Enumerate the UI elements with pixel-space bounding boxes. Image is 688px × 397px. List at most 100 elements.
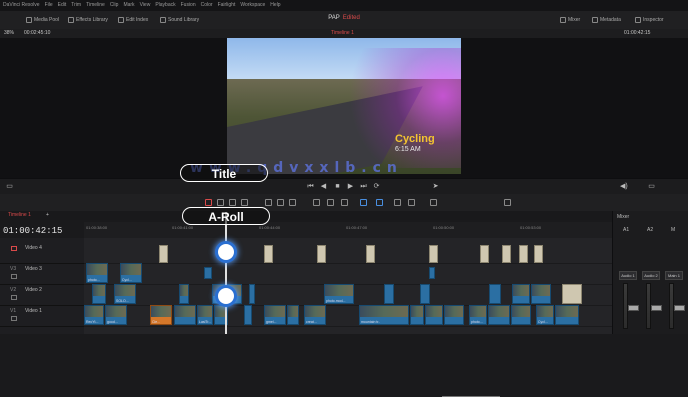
lock-icon[interactable] xyxy=(341,199,348,206)
link-icon[interactable] xyxy=(327,199,334,206)
video-clip[interactable] xyxy=(179,284,189,304)
fader-m[interactable] xyxy=(674,305,685,311)
zoom-full-icon[interactable] xyxy=(394,199,401,206)
skip-end-icon[interactable]: ⏭ xyxy=(360,183,367,190)
menu-app[interactable]: DaVinci Resolve xyxy=(3,0,40,11)
video-clip[interactable] xyxy=(488,305,510,325)
selection-tool-icon[interactable] xyxy=(205,199,212,206)
title-clip[interactable] xyxy=(502,245,511,263)
menu-playback[interactable]: Playback xyxy=(155,0,175,11)
track-header-v3[interactable]: V3 Video 3 xyxy=(0,263,84,285)
video-clip[interactable] xyxy=(555,305,579,325)
video-clip[interactable] xyxy=(429,267,435,279)
stop-icon[interactable]: ■ xyxy=(334,183,341,190)
bus-audio2[interactable]: Audio 2 xyxy=(642,271,660,280)
title-clip[interactable] xyxy=(519,245,528,263)
skip-start-icon[interactable]: ⏮ xyxy=(307,183,314,190)
play-icon[interactable]: ▶ xyxy=(347,183,354,190)
menu-trim[interactable]: Trim xyxy=(71,0,81,11)
video-clip[interactable] xyxy=(444,305,464,325)
menu-help[interactable]: Help xyxy=(270,0,280,11)
viewer-options-icon[interactable]: ▭ xyxy=(6,183,13,190)
menu-mark[interactable]: Mark xyxy=(123,0,134,11)
track-visibility-icon[interactable] xyxy=(11,295,17,300)
video-clip[interactable] xyxy=(420,284,430,304)
playhead[interactable] xyxy=(225,212,227,334)
loop-icon[interactable]: ⟳ xyxy=(373,183,380,190)
video-clip[interactable]: good... xyxy=(105,305,127,325)
dynamic-trim-icon[interactable] xyxy=(229,199,236,206)
video-clip[interactable]: RecYt... xyxy=(84,305,104,325)
video-clip[interactable]: mountain tr.. xyxy=(359,305,409,325)
title-clip[interactable] xyxy=(366,245,375,263)
video-clip[interactable]: Cycl... xyxy=(120,263,142,283)
video-clip-selected[interactable]: Cle... xyxy=(150,305,172,325)
track-visibility-icon[interactable] xyxy=(11,316,17,321)
play-reverse-icon[interactable]: ◀ xyxy=(320,183,327,190)
title-clip[interactable] xyxy=(480,245,489,263)
tab-timeline[interactable]: Timeline 1 xyxy=(8,211,31,220)
fullscreen-icon[interactable]: ▭ xyxy=(648,183,655,190)
video-clip[interactable] xyxy=(531,284,551,304)
title-clip[interactable] xyxy=(429,245,438,263)
video-clip[interactable] xyxy=(489,284,501,304)
video-clip[interactable] xyxy=(204,267,212,279)
bus-main1[interactable]: Main 1 xyxy=(665,271,683,280)
menu-view[interactable]: View xyxy=(140,0,151,11)
zoom-level[interactable]: 38% xyxy=(4,29,14,38)
video-clip[interactable] xyxy=(410,305,424,325)
video-clip[interactable]: gmel... xyxy=(264,305,286,325)
zoom-in-icon[interactable] xyxy=(504,199,511,206)
zoom-out-icon[interactable] xyxy=(430,199,437,206)
track-header-v2[interactable]: V2 Video 2 xyxy=(0,284,84,306)
video-clip[interactable]: creat... xyxy=(304,305,326,325)
video-clip[interactable] xyxy=(512,284,530,304)
viewer-timeline-name[interactable]: Timeline 1 xyxy=(331,29,354,38)
fader-a2[interactable] xyxy=(651,305,662,311)
menu-fairlight[interactable]: Fairlight xyxy=(218,0,236,11)
menu-file[interactable]: File xyxy=(45,0,53,11)
video-clip[interactable]: photo.mod... xyxy=(324,284,354,304)
title-clip[interactable] xyxy=(159,245,168,263)
track-header-v1[interactable]: V1 Video 1 xyxy=(0,305,84,327)
graphic-clip[interactable] xyxy=(562,284,582,304)
video-clip[interactable]: LaslTr... xyxy=(197,305,213,325)
video-clip[interactable]: photo... xyxy=(86,263,108,283)
title-clip[interactable] xyxy=(264,245,273,263)
track-header-v4[interactable]: Video 4 xyxy=(0,242,84,264)
menu-workspace[interactable]: Workspace xyxy=(240,0,265,11)
track-lock-icon[interactable] xyxy=(11,246,17,251)
title-clip[interactable] xyxy=(317,245,326,263)
video-clip[interactable] xyxy=(425,305,443,325)
video-clip[interactable] xyxy=(384,284,394,304)
video-clip[interactable] xyxy=(511,305,531,325)
menu-fusion[interactable]: Fusion xyxy=(181,0,196,11)
flag-icon[interactable] xyxy=(360,199,367,206)
marker-icon[interactable] xyxy=(376,199,383,206)
video-clip[interactable] xyxy=(244,305,252,325)
menu-edit[interactable]: Edit xyxy=(58,0,67,11)
video-clip[interactable] xyxy=(174,305,196,325)
snapping-icon[interactable] xyxy=(313,199,320,206)
title-clip[interactable] xyxy=(534,245,543,263)
track-visibility-icon[interactable] xyxy=(11,274,17,279)
video-clip[interactable] xyxy=(92,284,106,304)
bus-audio1[interactable]: Audio 1 xyxy=(619,271,637,280)
trim-tool-icon[interactable] xyxy=(217,199,224,206)
fader-a1[interactable] xyxy=(628,305,639,311)
video-clip[interactable]: SOLO... xyxy=(114,284,136,304)
menu-timeline[interactable]: Timeline xyxy=(86,0,105,11)
blade-tool-icon[interactable] xyxy=(241,199,248,206)
replace-icon[interactable] xyxy=(289,199,296,206)
menu-color[interactable]: Color xyxy=(201,0,213,11)
video-clip[interactable] xyxy=(287,305,299,325)
insert-icon[interactable] xyxy=(265,199,272,206)
volume-icon[interactable]: ◀) xyxy=(620,183,628,190)
menu-clip[interactable]: Clip xyxy=(110,0,119,11)
video-clip[interactable]: photo... xyxy=(469,305,487,325)
add-tab-icon[interactable]: + xyxy=(46,211,49,220)
timeline-ruler[interactable]: 01:00:38:00 01:00:41:00 01:00:44:00 01:0… xyxy=(84,222,612,239)
zoom-detail-icon[interactable] xyxy=(408,199,415,206)
overwrite-icon[interactable] xyxy=(277,199,284,206)
video-clip[interactable]: Cycl... xyxy=(536,305,554,325)
